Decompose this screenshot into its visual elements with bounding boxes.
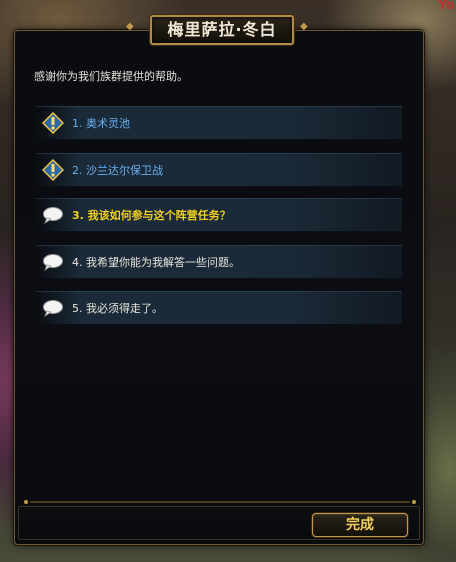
npc-name-title: 梅里萨拉·冬白 bbox=[150, 15, 294, 45]
dialog-option-label: 1. 奥术灵池 bbox=[72, 117, 130, 130]
dialog-option-5[interactable]: 5. 我必须得走了。 bbox=[36, 291, 402, 325]
title-right-ornament-icon: ◆ bbox=[300, 21, 308, 32]
dialog-option-2[interactable]: 2. 沙兰达尔保卫战 bbox=[36, 153, 402, 187]
background-corner-text: Yo bbox=[438, 0, 454, 12]
dialog-option-3[interactable]: 3. 我该如何参与这个阵营任务？ bbox=[36, 198, 402, 232]
dialog-intro-text: 感谢你为我们族群提供的帮助。 bbox=[34, 70, 188, 83]
speech-bubble-icon bbox=[42, 204, 64, 226]
quest-exclamation-icon bbox=[42, 159, 64, 181]
speech-bubble-icon bbox=[42, 297, 64, 319]
title-left-ornament-icon: ◆ bbox=[126, 21, 134, 32]
dialog-option-1[interactable]: 1. 奥术灵池 bbox=[36, 106, 402, 140]
dialog-option-label: 2. 沙兰达尔保卫战 bbox=[72, 164, 163, 177]
dialog-option-4[interactable]: 4. 我希望你能为我解答一些问题。 bbox=[36, 245, 402, 279]
complete-button[interactable]: 完成 bbox=[312, 513, 408, 537]
speech-bubble-icon bbox=[42, 251, 64, 273]
dialog-option-label: 5. 我必须得走了。 bbox=[72, 302, 163, 315]
dialog-option-label: 3. 我该如何参与这个阵营任务？ bbox=[72, 209, 231, 222]
bottom-divider bbox=[24, 500, 416, 504]
quest-exclamation-icon bbox=[42, 112, 64, 134]
dialog-option-label: 4. 我希望你能为我解答一些问题。 bbox=[72, 256, 240, 269]
